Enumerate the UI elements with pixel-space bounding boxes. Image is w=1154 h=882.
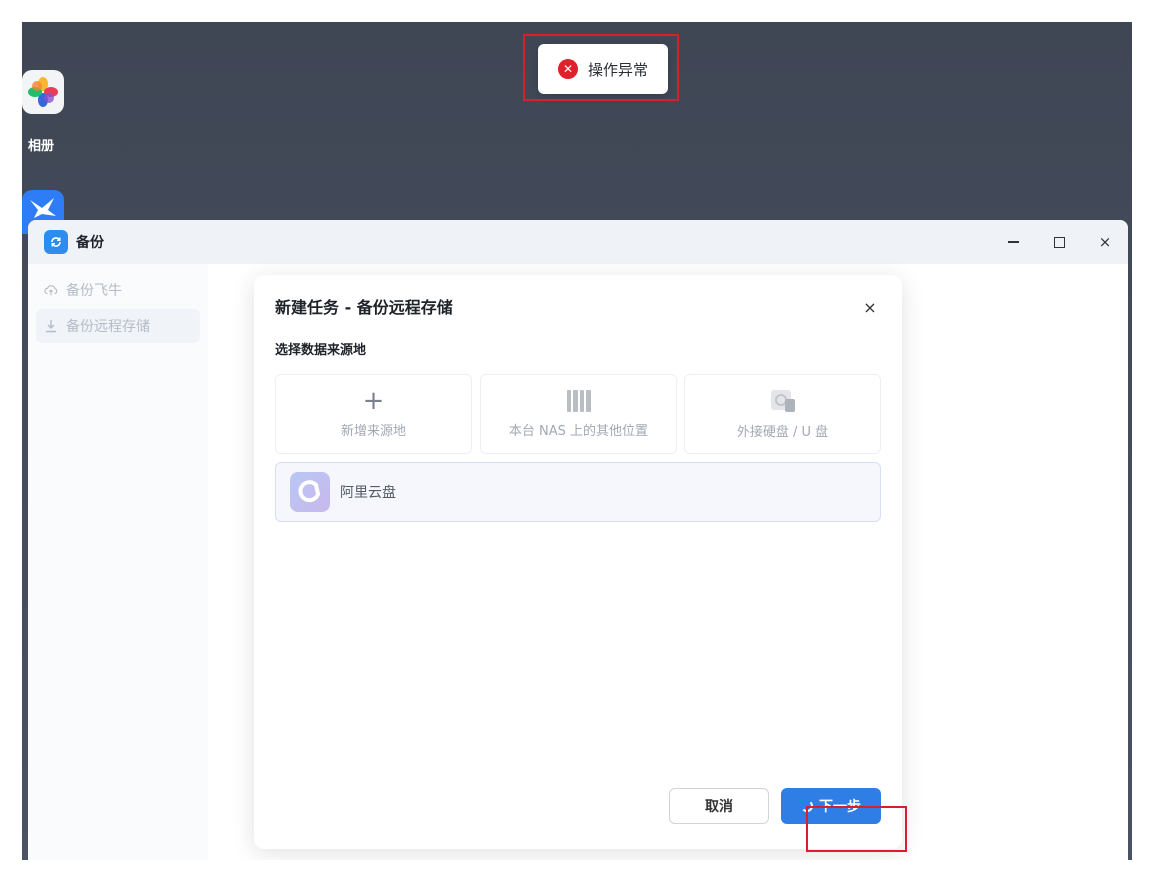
backup-app-icon [44, 230, 68, 254]
window-title: 备份 [76, 235, 104, 251]
maximize-icon [1053, 236, 1065, 248]
dialog-title: 新建任务 - 备份远程存储 [275, 298, 453, 317]
photos-app-icon[interactable] [22, 70, 64, 114]
sidebar: 备份飞牛 备份远程存储 [28, 264, 208, 860]
nas-source-card[interactable]: 本台 NAS 上的其他位置 [480, 374, 677, 454]
plus-icon: + [362, 385, 385, 416]
sidebar-item-backup-remote[interactable]: 备份远程存储 [36, 309, 200, 343]
section-label: 选择数据来源地 [275, 343, 367, 358]
aliyun-drive-label: 阿里云盘 [340, 485, 396, 501]
window-titlebar[interactable]: 备份 × [28, 220, 1128, 264]
toast-highlight-box [523, 34, 679, 101]
aliyun-drive-source[interactable]: 阿里云盘 [275, 462, 881, 522]
desktop: 相册 ✕ 操作异常 备份 × 备份飞牛 备份远程存储 新建任务 - 备份远程存储… [22, 22, 1132, 860]
sidebar-item-label: 备份远程存储 [66, 319, 150, 335]
source-card-label: 本台 NAS 上的其他位置 [508, 423, 649, 439]
add-source-card[interactable]: + 新增来源地 [275, 374, 472, 454]
download-icon [44, 319, 58, 333]
usb-drive-icon [770, 389, 796, 413]
usb-source-card[interactable]: 外接硬盘 / U 盘 [684, 374, 881, 454]
next-button-highlight-box [806, 806, 907, 852]
window-close-button[interactable]: × [1095, 232, 1115, 252]
source-card-label: 外接硬盘 / U 盘 [736, 424, 829, 440]
sidebar-item-backup-feiniu[interactable]: 备份飞牛 [36, 273, 200, 307]
bird-icon [30, 198, 56, 218]
sidebar-item-label: 备份飞牛 [66, 283, 122, 299]
aliyun-drive-icon [290, 472, 330, 512]
maximize-button[interactable] [1049, 232, 1069, 252]
minimize-button[interactable] [1003, 232, 1023, 252]
nas-icon [566, 389, 591, 412]
dialog-close-button[interactable]: × [860, 297, 880, 317]
photos-flower-icon [28, 77, 58, 107]
new-task-dialog: 新建任务 - 备份远程存储 × 选择数据来源地 + 新增来源地 本台 NAS 上… [254, 275, 902, 849]
photos-app-label: 相册 [28, 139, 55, 154]
source-card-label: 新增来源地 [340, 423, 406, 439]
sync-icon [51, 237, 61, 247]
cloud-upload-icon [44, 283, 58, 297]
cancel-button[interactable]: 取消 [669, 788, 769, 824]
minimize-icon [1007, 241, 1019, 243]
